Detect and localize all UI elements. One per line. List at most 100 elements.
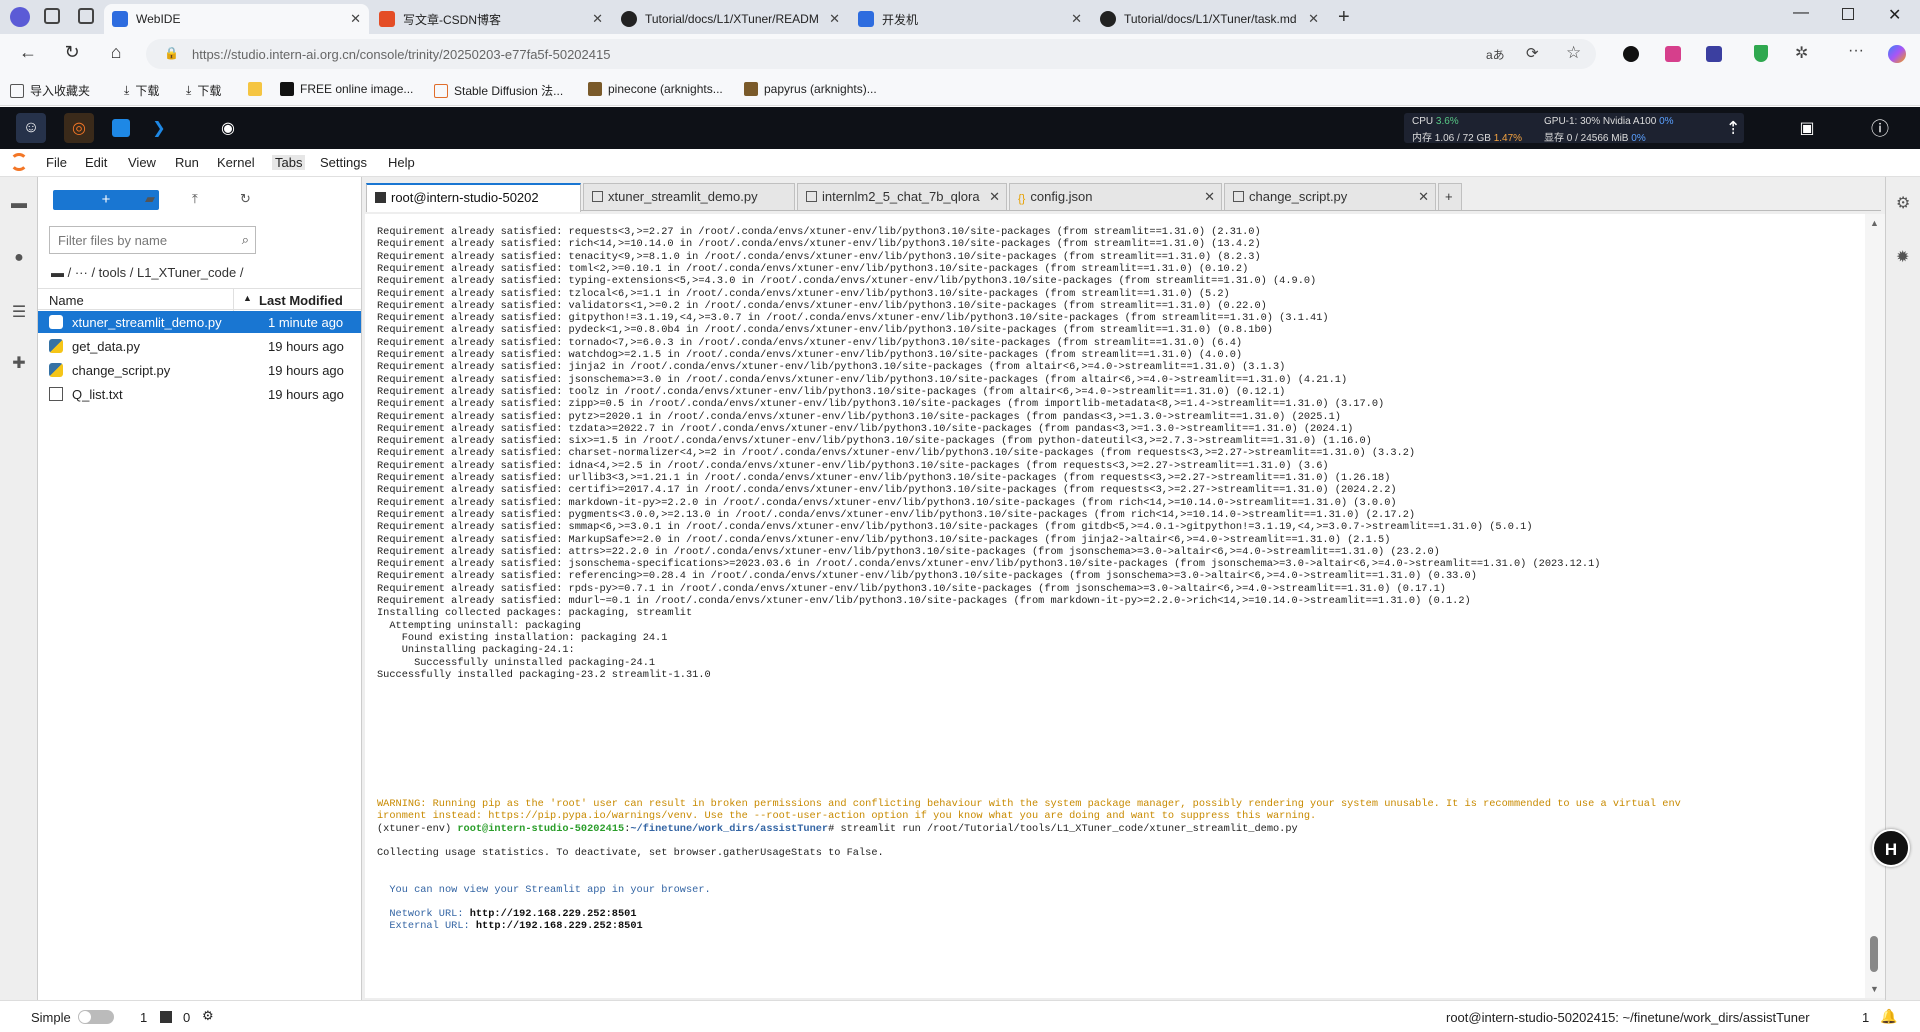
tab-streamlit-demo[interactable]: xtuner_streamlit_demo.py [583, 183, 795, 210]
file-row[interactable]: change_script.py 19 hours ago [38, 359, 361, 381]
notification-bell-icon[interactable]: 🔔 [1880, 1008, 1897, 1025]
menu-kernel[interactable]: Kernel [217, 155, 255, 170]
tab-actions-icon[interactable] [78, 8, 94, 24]
workspaces-icon[interactable] [44, 8, 60, 24]
bookmark-download-1[interactable]: ⤓ 下载 [124, 82, 159, 99]
tab-change-script[interactable]: change_script.py ✕ [1224, 183, 1436, 210]
new-tab-button[interactable]: + [1438, 183, 1462, 210]
bookmark-pinecone[interactable]: pinecone (arknights... [588, 82, 723, 96]
bookmark-free-image[interactable]: FREE online image... [280, 82, 413, 96]
bookmark-label: 导入收藏夹 [30, 84, 91, 98]
scroll-up-icon[interactable]: ▲ [1870, 218, 1879, 228]
column-last-modified[interactable]: Last Modified [259, 293, 343, 308]
menu-run[interactable]: Run [175, 155, 199, 170]
scrollbar-thumb[interactable] [1870, 936, 1878, 972]
external-url-link[interactable]: http://192.168.229.252:8501 [476, 920, 643, 932]
extension-h-icon[interactable] [1623, 46, 1639, 62]
extension-translate-icon[interactable] [1665, 46, 1681, 62]
new-launcher-button[interactable]: + [53, 190, 159, 210]
new-folder-icon[interactable]: ▰ [145, 191, 155, 207]
browser-tab-csdn[interactable]: 写文章-CSDN博客 ✕ [371, 4, 611, 34]
filter-files-input[interactable]: Filter files by name ⌕ [49, 226, 256, 254]
terminal-line: Requirement already satisfied: attrs>=22… [377, 545, 1440, 558]
floating-assistant-icon[interactable]: H [1872, 829, 1910, 867]
menu-help[interactable]: Help [388, 155, 415, 170]
extension-shield-icon[interactable] [1754, 45, 1768, 62]
menu-settings[interactable]: Settings [320, 155, 367, 170]
read-aloud-icon[interactable]: aあ [1486, 46, 1505, 63]
close-icon[interactable]: ✕ [829, 11, 840, 27]
upload-arrow-icon[interactable]: ⇡ [1718, 113, 1748, 143]
tab-config-json[interactable]: {} config.json ✕ [1009, 183, 1222, 210]
bookmark-stable-diffusion[interactable]: Stable Diffusion 法... [434, 82, 563, 99]
minimize-icon[interactable]: — [1793, 4, 1809, 22]
screenshot-icon[interactable]: ▣ [1792, 113, 1822, 143]
url-field[interactable]: 🔒 https://studio.intern-ai.org.cn/consol… [146, 39, 1596, 69]
home-icon[interactable]: ⌂ [104, 42, 128, 63]
folder-icon[interactable]: ▬ [10, 195, 28, 213]
extensions-puzzle-icon[interactable]: ✲ [1795, 43, 1808, 63]
terminal-count[interactable]: 1 [140, 1010, 147, 1025]
compass-icon[interactable]: ◉ [213, 113, 243, 143]
close-icon[interactable]: ✕ [592, 11, 603, 27]
extension-manager-icon[interactable]: ✚ [10, 353, 28, 372]
simple-mode-toggle[interactable] [78, 1010, 114, 1024]
terminal-output[interactable]: Requirement already satisfied: requests<… [365, 214, 1865, 998]
info-icon[interactable]: ⓘ [1865, 113, 1895, 143]
table-of-contents-icon[interactable]: ☰ [10, 302, 28, 321]
scroll-down-icon[interactable]: ▼ [1870, 984, 1879, 994]
file-row[interactable]: get_data.py 19 hours ago [38, 335, 361, 357]
prompt-path: ~/finetune/work_dirs/assistTuner [630, 823, 829, 835]
refresh-icon[interactable]: ↻ [240, 191, 251, 207]
browser-tab-webide[interactable]: WebIDE ✕ [104, 4, 369, 34]
column-divider[interactable] [233, 289, 234, 311]
jupyter-icon[interactable]: ◎ [64, 113, 94, 143]
bookmark-papyrus[interactable]: papyrus (arknights)... [744, 82, 877, 96]
file-row[interactable]: xtuner_streamlit_demo.py 1 minute ago [38, 311, 361, 333]
close-icon[interactable]: ✕ [1204, 189, 1215, 205]
bookmark-folder[interactable] [248, 82, 268, 96]
terminal-scrollbar[interactable]: ▲ ▼ [1865, 214, 1885, 998]
menu-view[interactable]: View [128, 155, 156, 170]
copilot-icon[interactable] [1888, 45, 1906, 63]
bookmark-label: Stable Diffusion 法... [454, 84, 564, 98]
bookmark-import[interactable]: 导入收藏夹 [10, 82, 90, 99]
running-kernels-icon[interactable]: ● [10, 249, 28, 267]
menu-edit[interactable]: Edit [85, 155, 107, 170]
browser-tab-devmachine[interactable]: 开发机 ✕ [850, 4, 1090, 34]
intern-logo-icon[interactable]: ☺ [16, 113, 46, 143]
network-url-link[interactable]: http://192.168.229.252:8501 [470, 908, 637, 920]
more-menu-icon[interactable]: ··· [1848, 42, 1864, 60]
close-icon[interactable]: ✕ [350, 11, 361, 27]
favorite-star-icon[interactable]: ☆ [1566, 43, 1581, 63]
tab-internlm-config[interactable]: internlm2_5_chat_7b_qlora ✕ [797, 183, 1007, 210]
upload-icon[interactable]: ⤒ [192, 191, 198, 207]
close-icon[interactable]: ✕ [1418, 189, 1429, 205]
close-icon[interactable]: ✕ [989, 189, 1000, 205]
debugger-bug-icon[interactable]: ✹ [1896, 247, 1909, 267]
property-inspector-gear-icon[interactable]: ⚙ [1896, 193, 1910, 213]
prompt-env: (xtuner-env) [377, 823, 458, 835]
back-arrow-icon[interactable]: ← [16, 42, 40, 63]
kernel-count[interactable]: 0 [183, 1010, 190, 1025]
bookmark-download-2[interactable]: ⤓ 下载 [186, 82, 221, 99]
file-row[interactable]: Q_list.txt 19 hours ago [38, 383, 361, 405]
column-name[interactable]: Name [49, 293, 84, 308]
close-icon[interactable]: ✕ [1071, 11, 1082, 27]
reload-icon[interactable]: ↻ [60, 42, 84, 63]
browser-tab-github-readme[interactable]: Tutorial/docs/L1/XTuner/READM ✕ [613, 4, 848, 34]
new-tab-plus-icon[interactable]: + [1338, 6, 1350, 29]
menu-file[interactable]: File [46, 155, 67, 170]
browser-tab-github-task[interactable]: Tutorial/docs/L1/XTuner/task.md ✕ [1092, 4, 1327, 34]
tab-terminal[interactable]: root@intern-studio-50202 [366, 183, 581, 212]
restore-icon[interactable] [1842, 8, 1854, 20]
breadcrumb[interactable]: ▬ / ··· / tools / L1_XTuner_code / [51, 265, 243, 280]
vscode-web-icon[interactable] [106, 113, 136, 143]
translate-icon[interactable]: ⟳ [1526, 44, 1539, 62]
extension-ia-icon[interactable] [1706, 46, 1722, 62]
close-icon[interactable]: ✕ [1308, 11, 1319, 27]
profile-avatar[interactable] [10, 7, 30, 27]
close-window-icon[interactable]: ✕ [1888, 5, 1901, 25]
vscode-icon[interactable]: ❯ [144, 113, 174, 143]
menu-tabs[interactable]: Tabs [272, 155, 306, 170]
